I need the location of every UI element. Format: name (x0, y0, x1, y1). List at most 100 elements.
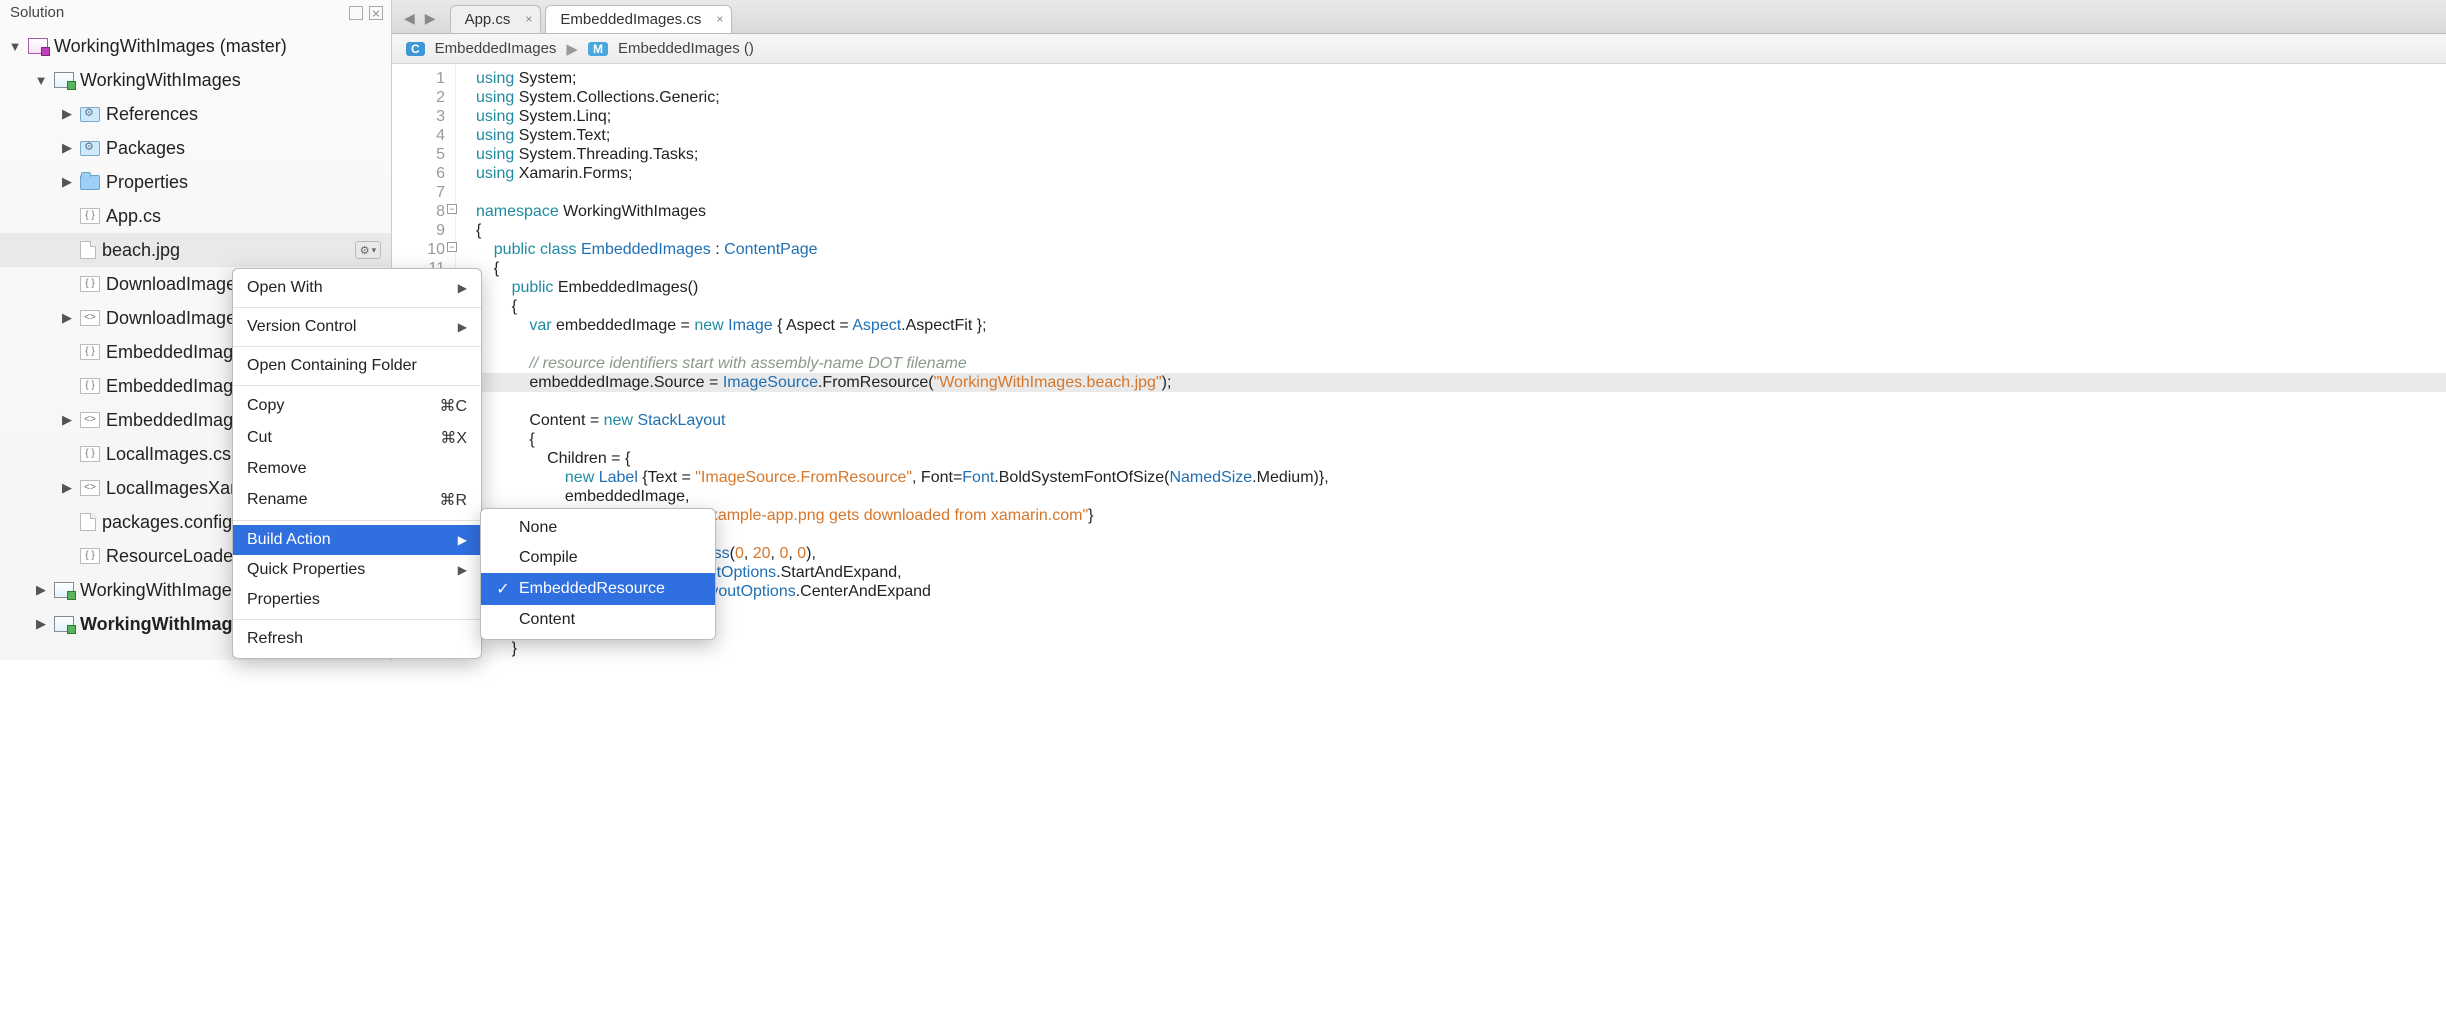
tab-label: EmbeddedImages.cs (560, 11, 701, 28)
code-line[interactable]: { (476, 221, 2446, 240)
tab-bar: ◀ ▶ App.cs × EmbeddedImages.cs × (392, 0, 2446, 34)
menu-item-label: Cut (247, 429, 272, 447)
menu-item[interactable]: Remove (233, 454, 481, 484)
code-line[interactable] (476, 620, 2446, 639)
code-text[interactable]: using System;using System.Collections.Ge… (456, 64, 2446, 660)
code-line[interactable]: using System.Text; (476, 126, 2446, 145)
disclosure-icon[interactable] (8, 39, 22, 54)
code-line[interactable]: new Label {Text = "example-app.png gets … (476, 506, 2446, 525)
code-line[interactable]: Padding = new Thickness(0, 20, 0, 0), (476, 544, 2446, 563)
menu-item[interactable]: Cut⌘X (233, 422, 481, 454)
fold-icon[interactable]: − (447, 204, 457, 214)
xaml-icon (80, 412, 100, 428)
gearfolder-icon (80, 107, 100, 122)
build-action-submenu[interactable]: NoneCompile✓EmbeddedResource Content (480, 508, 716, 640)
code-line[interactable]: { (476, 430, 2446, 449)
disclosure-icon[interactable] (34, 616, 48, 632)
code-line[interactable]: namespace WorkingWithImages (476, 202, 2446, 221)
menu-item[interactable]: Build Action▶ (233, 525, 481, 555)
close-icon[interactable] (369, 6, 383, 20)
menu-item[interactable]: Properties (233, 585, 481, 615)
menu-item[interactable]: Quick Properties▶ (233, 555, 481, 585)
code-line[interactable] (476, 392, 2446, 411)
tree-item-label: LocalImages.cs (106, 444, 231, 465)
code-line[interactable]: using System.Threading.Tasks; (476, 145, 2446, 164)
code-line[interactable] (476, 335, 2446, 354)
code-line[interactable]: } (476, 639, 2446, 658)
disclosure-icon[interactable] (60, 412, 74, 428)
tree-item[interactable]: References (0, 97, 391, 131)
tab-label: App.cs (465, 11, 511, 28)
editor-tab[interactable]: App.cs × (450, 5, 542, 33)
code-line[interactable]: var embeddedImage = new Image { Aspect =… (476, 316, 2446, 335)
code-line[interactable]: { (476, 297, 2446, 316)
solution-header: Solution (0, 0, 391, 27)
menu-item[interactable]: Open Containing Folder (233, 351, 481, 381)
code-line[interactable]: embeddedImage, (476, 487, 2446, 506)
code-line[interactable]: public EmbeddedImages() (476, 278, 2446, 297)
tree-item[interactable]: WorkingWithImages (master) (0, 29, 391, 63)
close-icon[interactable]: × (525, 12, 532, 26)
tree-item-label: References (106, 104, 198, 125)
tree-item[interactable]: WorkingWithImages (0, 63, 391, 97)
tree-item[interactable]: Properties (0, 165, 391, 199)
menu-item[interactable]: Copy⌘C (233, 390, 481, 422)
menu-item[interactable]: Version Control▶ (233, 312, 481, 342)
code-line[interactable]: embeddedImage.Source = ImageSource.FromR… (476, 373, 2446, 392)
submenu-item-label: Content (519, 611, 575, 629)
nav-back-icon[interactable]: ◀ (404, 10, 415, 27)
proj-icon (54, 72, 74, 88)
method-badge-icon: M (588, 42, 608, 56)
code-line[interactable]: }; (476, 601, 2446, 620)
code-line[interactable] (476, 183, 2446, 202)
disclosure-icon[interactable] (60, 480, 74, 496)
fold-icon[interactable]: − (447, 242, 457, 252)
submenu-item[interactable]: Compile (481, 543, 715, 573)
disclosure-icon[interactable] (34, 582, 48, 598)
menu-item-label: Rename (247, 491, 307, 509)
code-line[interactable]: }, (476, 525, 2446, 544)
tree-item[interactable]: beach.jpg ⚙ (0, 233, 391, 267)
code-line[interactable]: VerticalOptions = LayoutOptions.StartAnd… (476, 563, 2446, 582)
disclosure-icon[interactable] (60, 140, 74, 156)
code-line[interactable]: Content = new StackLayout (476, 411, 2446, 430)
breadcrumb-class[interactable]: EmbeddedImages (435, 40, 557, 57)
code-line[interactable]: using System.Linq; (476, 107, 2446, 126)
menu-item[interactable]: Refresh (233, 624, 481, 654)
code-line[interactable]: // resource identifiers start with assem… (476, 354, 2446, 373)
editor-tab[interactable]: EmbeddedImages.cs × (545, 5, 732, 33)
code-line[interactable]: { (476, 259, 2446, 278)
menu-item[interactable]: Open With▶ (233, 273, 481, 303)
nav-forward-icon[interactable]: ▶ (425, 10, 436, 27)
disclosure-icon[interactable] (34, 73, 48, 88)
tree-item-label: beach.jpg (102, 240, 180, 261)
close-icon[interactable]: × (716, 12, 723, 26)
submenu-item[interactable]: ✓EmbeddedResource (481, 573, 715, 605)
breadcrumb-method[interactable]: EmbeddedImages () (618, 40, 754, 57)
proj-icon (54, 616, 74, 632)
menu-item[interactable]: Rename⌘R (233, 484, 481, 516)
context-menu[interactable]: Open With▶ Version Control▶ Open Containin… (232, 268, 482, 659)
folder-icon (80, 175, 100, 190)
code-line[interactable]: using Xamarin.Forms; (476, 164, 2446, 183)
breadcrumb[interactable]: C EmbeddedImages ▶ M EmbeddedImages () (392, 34, 2446, 64)
code-line[interactable]: using System.Collections.Generic; (476, 88, 2446, 107)
code-line[interactable]: new Label {Text = "ImageSource.FromResou… (476, 468, 2446, 487)
code-line[interactable]: public class EmbeddedImages : ContentPag… (476, 240, 2446, 259)
code-line[interactable]: using System; (476, 69, 2446, 88)
tree-item[interactable]: Packages (0, 131, 391, 165)
submenu-item[interactable]: Content (481, 605, 715, 635)
gear-icon[interactable]: ⚙ (355, 241, 381, 259)
code-line[interactable]: HorizontalOptions = LayoutOptions.Center… (476, 582, 2446, 601)
code-line[interactable]: Children = { (476, 449, 2446, 468)
tree-item[interactable]: App.cs (0, 199, 391, 233)
disclosure-icon[interactable] (60, 310, 74, 326)
menu-item-label: Quick Properties (247, 561, 365, 579)
menu-item-label: Version Control (247, 318, 356, 336)
xaml-icon (80, 480, 100, 496)
disclosure-icon[interactable] (60, 106, 74, 122)
cs-icon (80, 276, 100, 292)
disclosure-icon[interactable] (60, 174, 74, 190)
submenu-item[interactable]: None (481, 513, 715, 543)
dock-icon[interactable] (349, 6, 363, 20)
